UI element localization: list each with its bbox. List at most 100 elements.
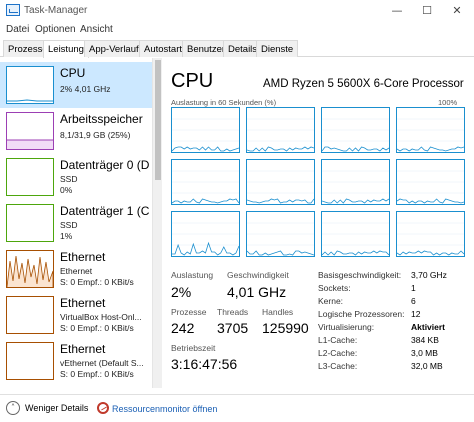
sidebar-item-ethernet-1[interactable]: Ethernet Ethernet S: 0 Empf.: 0 KBit/s [0,246,152,292]
detail-key: Basisgeschwindigkeit: [318,270,402,280]
auslastung-label: Auslastung [171,270,214,280]
sidebar-item-adapter: vEthernet (Default S... [60,358,144,368]
detail-value: 3,70 GHz [411,270,447,280]
logical-processor-graph [246,107,315,153]
sidebar-item-adapter: Ethernet [60,266,93,276]
sidebar-item-label: Ethernet [60,250,106,264]
resource-sidebar: CPU 2% 4,01 GHz Arbeitsspeicher 8,1/31,9… [0,58,152,388]
sidebar-scrollbar[interactable] [152,58,162,388]
logical-processor-graph [171,107,240,153]
logical-processor-graph [396,107,465,153]
window-title: Task-Manager [24,5,88,16]
handles-label: Handles [262,307,294,317]
sidebar-item-type: SSD [60,220,78,230]
logical-processor-graph [171,159,240,205]
chevron-up-icon: ˄ [6,401,20,415]
detail-value: 384 KB [411,335,439,345]
logical-processor-graph [246,211,315,257]
logical-processor-graph [321,107,390,153]
detail-key: Sockets: [318,283,351,293]
detail-value: 3,0 MB [411,348,438,358]
logical-processor-graph [171,211,240,257]
sidebar-item-label: Datenträger 1 (C:) [60,204,150,218]
handles-value: 125990 [262,320,309,336]
graph-max-label: 100% [438,98,458,107]
tab-autostart[interactable]: Autostart [139,40,188,57]
sidebar-item-type: SSD [60,174,78,184]
detail-key: L3-Cache: [318,361,358,371]
sidebar-item-ethernet-2[interactable]: Ethernet VirtualBox Host-Onl... S: 0 Emp… [0,292,152,338]
menu-ansicht[interactable]: Ansicht [80,24,113,35]
sidebar-item-detail: 2% 4,01 GHz [60,84,111,94]
disk1-mini-graph [6,204,54,242]
sidebar-item-label: Arbeitsspeicher [60,112,143,126]
detail-key: Virtualisierung: [318,322,375,332]
betriebszeit-label: Betriebszeit [171,343,216,353]
prozesse-label: Prozesse [171,307,207,317]
scrollbar-thumb[interactable] [155,60,161,180]
sidebar-item-datentraeger-0[interactable]: Datenträger 0 (D:) SSD 0% [0,154,152,200]
sidebar-item-label: Datenträger 0 (D:) [60,158,150,172]
detail-value: 1 [411,283,416,293]
title-bar: Task-Manager — ☐ ✕ [0,0,474,22]
maximize-button[interactable]: ☐ [414,2,440,20]
tab-app-verlauf[interactable]: App-Verlauf [84,40,144,57]
sidebar-item-datentraeger-1[interactable]: Datenträger 1 (C:) SSD 1% [0,200,152,246]
sidebar-item-adapter: VirtualBox Host-Onl... [60,312,142,322]
threads-label: Threads [217,307,249,317]
sidebar-item-detail: S: 0 Empf.: 0 KBit/s [60,369,134,379]
logical-processor-graph [396,211,465,257]
sidebar-item-detail: 1% [60,231,73,241]
menu-optionen[interactable]: Optionen [35,24,76,35]
disk0-mini-graph [6,158,54,196]
threads-value: 3705 [217,320,249,336]
cpu-model-name: AMD Ryzen 5 5600X 6-Core Processor [263,78,464,90]
ethernet1-mini-graph [6,250,54,288]
footer-bar: ˄ Weniger Details Ressourcenmonitor öffn… [0,394,474,422]
detail-value: 12 [411,309,421,319]
tab-bar: Prozesse Leistung App-Verlauf Autostart … [0,39,474,58]
logical-processor-graph [321,159,390,205]
memory-mini-graph [6,112,54,150]
detail-key: L2-Cache: [318,348,358,358]
sidebar-item-detail: 0% [60,185,73,195]
sidebar-item-label: Ethernet [60,296,106,310]
geschwindigkeit-value: 4,01 GHz [227,284,287,300]
page-title: CPU [171,70,214,92]
betriebszeit-value: 3:16:47:56 [171,356,238,372]
resource-monitor-icon [97,402,109,414]
sidebar-item-arbeitsspeicher[interactable]: Arbeitsspeicher 8,1/31,9 GB (25%) [0,108,152,154]
sidebar-item-ethernet-3[interactable]: Ethernet vEthernet (Default S... S: 0 Em… [0,338,152,384]
detail-key: Kerne: [318,296,344,306]
sidebar-item-detail: S: 0 Empf.: 0 KBit/s [60,323,134,333]
sidebar-item-detail: 8,1/31,9 GB (25%) [60,130,131,140]
sidebar-item-detail: S: 0 Empf.: 0 KBit/s [60,277,134,287]
resource-monitor-link[interactable]: Ressourcenmonitor öffnen [112,404,217,414]
tab-leistung[interactable]: Leistung [43,40,89,58]
detail-value: 6 [411,296,416,306]
detail-key: Logische Prozessoren: [318,309,405,319]
sidebar-item-label: Ethernet [60,342,106,356]
fewer-details-label: Weniger Details [25,403,89,413]
close-button[interactable]: ✕ [444,2,470,20]
tab-dienste[interactable]: Dienste [256,40,299,57]
sidebar-item-cpu[interactable]: CPU 2% 4,01 GHz [0,62,152,108]
detail-value: Aktiviert [411,322,446,332]
logical-processor-graph [396,159,465,205]
cpu-mini-graph [6,66,54,104]
minimize-button[interactable]: — [384,2,410,20]
task-manager-icon [6,4,20,16]
detail-value: 32,0 MB [411,361,443,371]
detail-key: L1-Cache: [318,335,358,345]
menu-datei[interactable]: Datei [6,24,29,35]
graph-label: Auslastung in 60 Sekunden (%) [171,98,277,107]
auslastung-value: 2% [171,284,192,300]
menu-bar: Datei Optionen Ansicht [0,22,474,39]
geschwindigkeit-label: Geschwindigkeit [227,270,289,280]
ethernet2-mini-graph [6,296,54,334]
logical-processor-graph [246,159,315,205]
cpu-detail-panel: CPU AMD Ryzen 5 5600X 6-Core Processor A… [163,58,474,388]
ethernet3-mini-graph [6,342,54,380]
prozesse-value: 242 [171,320,195,336]
sidebar-item-label: CPU [60,66,86,80]
